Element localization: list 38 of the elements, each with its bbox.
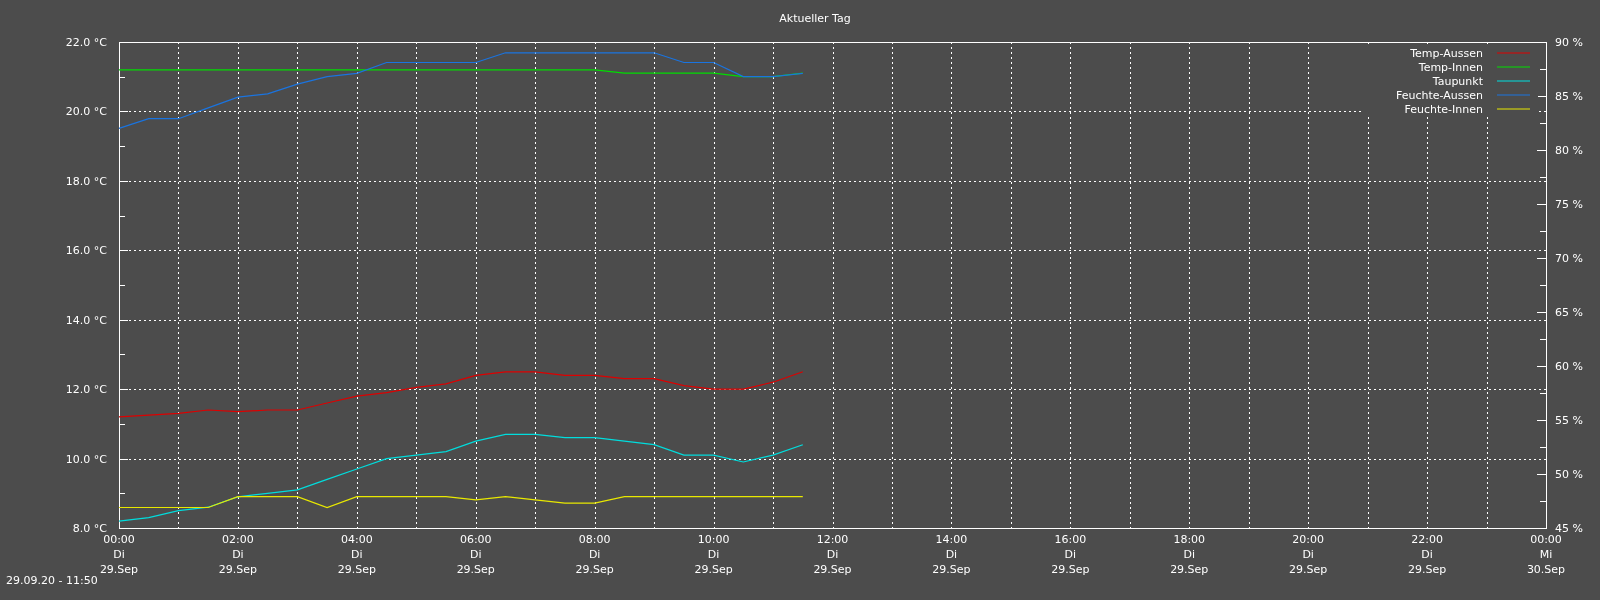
axis-tick-label: 14.0 °C [65, 313, 107, 327]
axis-tick-label: 12.0 °C [65, 383, 107, 397]
legend-label: Feuchte-Innen [1404, 103, 1483, 116]
timestamp: 29.09.20 - 11:50 [6, 574, 98, 587]
axis-tick-label: 70 % [1555, 252, 1583, 265]
axis-tick-label: 60 % [1555, 360, 1583, 373]
axis-tick-label: 10.0 °C [65, 452, 107, 466]
legend-label: Temp-Aussen [1410, 47, 1483, 60]
axis-tick-label: 22:00 Di 29.Sep [1407, 533, 1447, 576]
axis-tick-label: 75 % [1555, 198, 1583, 211]
axis-tick-label: 06:00 Di 29.Sep [456, 533, 495, 576]
axis-tick-label: 55 % [1555, 414, 1583, 427]
axis-tick-label: 50 % [1555, 468, 1583, 481]
axis-tick-label: 18.0 °C [65, 174, 107, 188]
axis-tick-label: 45 % [1555, 522, 1583, 535]
axis-tick-label: 04:00 Di 29.Sep [337, 533, 376, 576]
axis-tick-label: 10:00 Di 29.Sep [694, 533, 733, 576]
axis-tick-label: 12:00 Di 29.Sep [813, 533, 852, 576]
axis-tick-label: 65 % [1555, 306, 1583, 319]
axis-tick-label: 20.0 °C [65, 105, 107, 119]
legend-label: Temp-Innen [1418, 61, 1483, 74]
axis-tick-label: 20:00 Di 29.Sep [1289, 533, 1328, 576]
axis-tick-label: 16.0 °C [65, 244, 107, 258]
axis-tick-label: 00:00 Mi 30.Sep [1526, 533, 1566, 576]
axis-tick-label: 18:00 Di 29.Sep [1170, 533, 1209, 576]
axis-tick-label: 90 % [1555, 36, 1583, 49]
axis-tick-label: 00:00 Di 29.Sep [99, 533, 139, 576]
axis-tick-label: 14:00 Di 29.Sep [932, 533, 971, 576]
legend-label: Feuchte-Aussen [1396, 89, 1483, 102]
axis-tick-label: 22.0 °C [65, 36, 107, 49]
axis-tick-label: 08:00 Di 29.Sep [575, 533, 614, 576]
axis-tick-label: 02:00 Di 29.Sep [218, 533, 258, 576]
legend-label: Taupunkt [1432, 75, 1483, 88]
axis-tick-label: 80 % [1555, 144, 1583, 157]
axis-tick-label: 85 % [1555, 90, 1583, 103]
axis-tick-label: 16:00 Di 29.Sep [1051, 533, 1090, 576]
chart-title: Aktueller Tag [779, 12, 851, 25]
axis-tick-label: 8.0 °C [72, 522, 107, 535]
